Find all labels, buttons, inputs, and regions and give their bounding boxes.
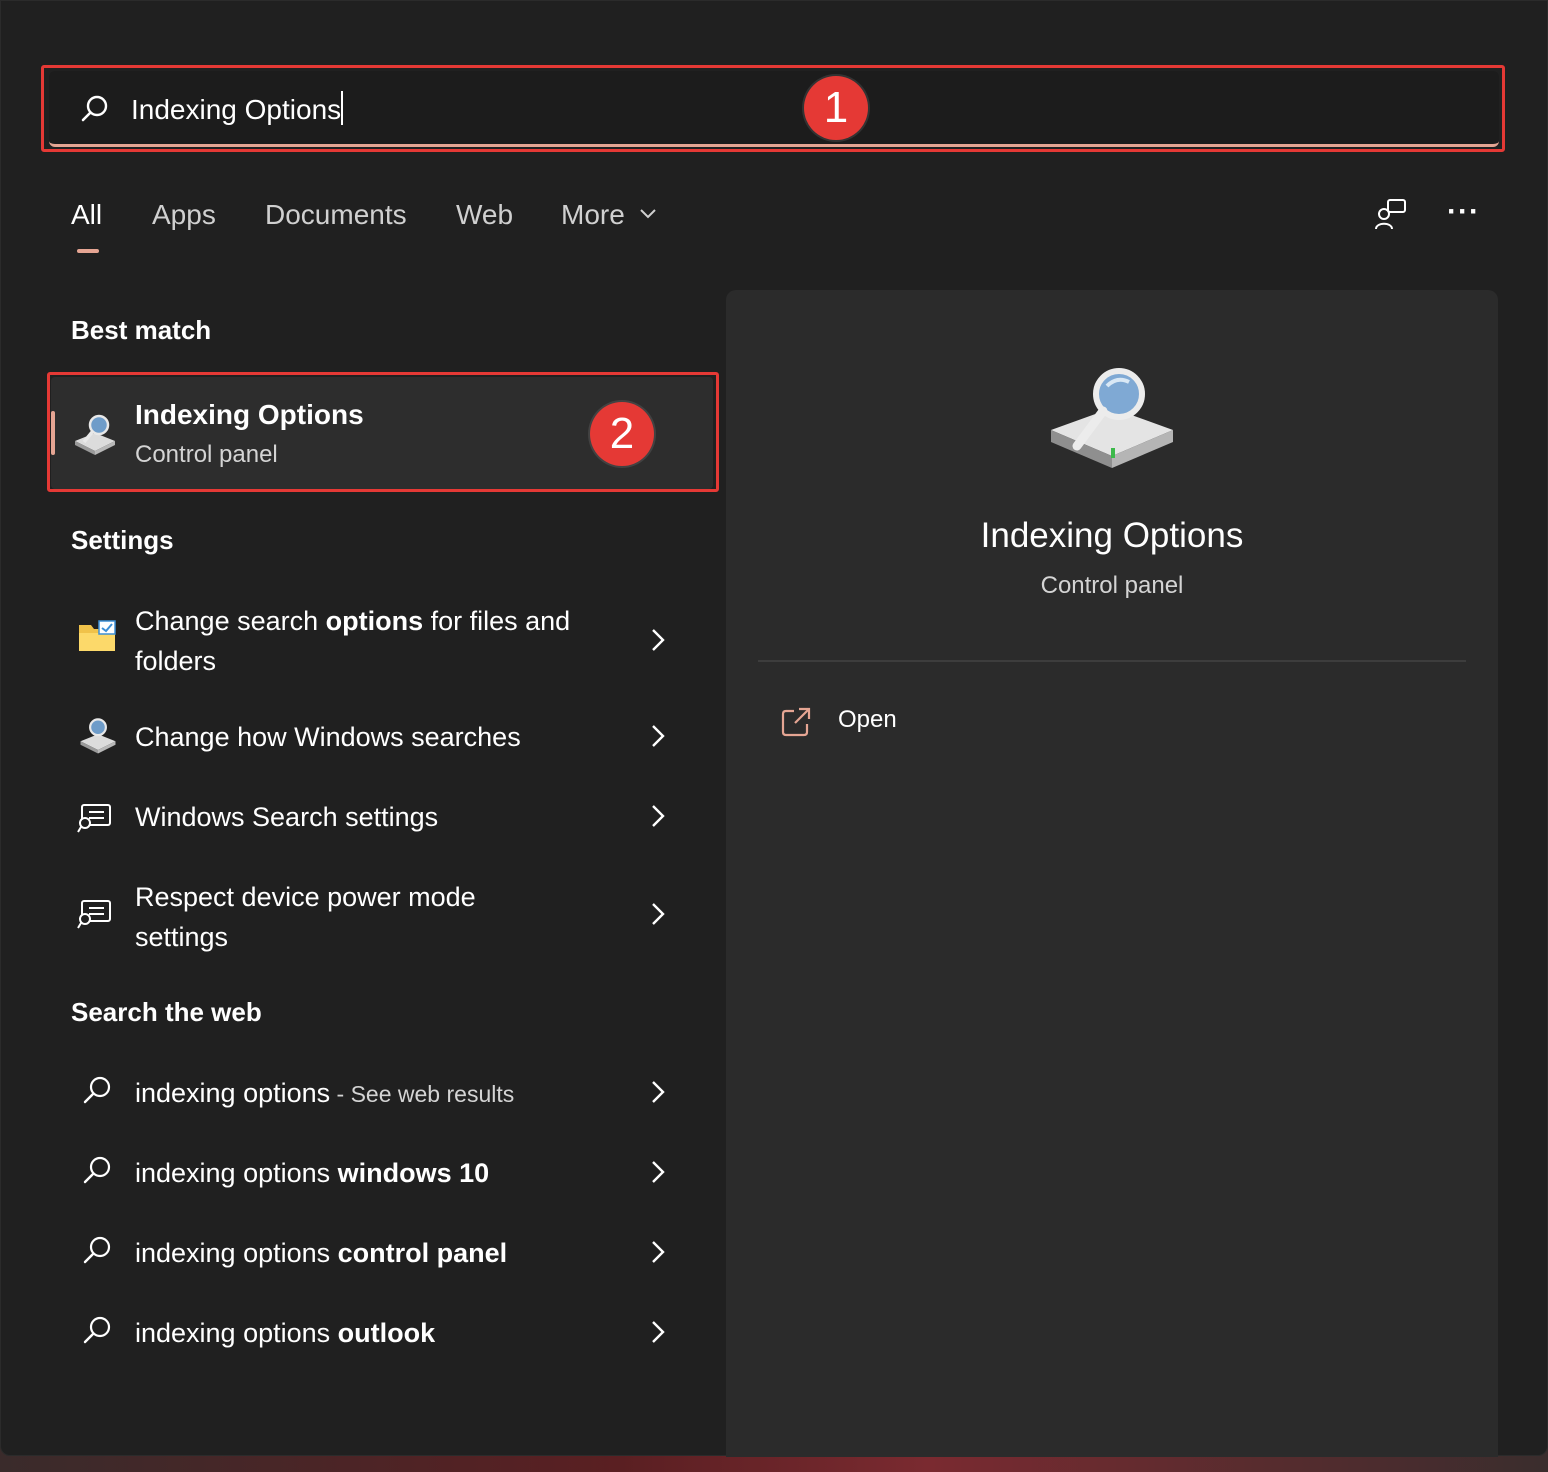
setting-item-label: Windows Search settings — [135, 802, 439, 832]
indexing-options-icon — [80, 718, 116, 754]
annotation-badge-1: 1 — [804, 76, 868, 140]
tab-apps[interactable]: Apps — [152, 199, 216, 231]
search-settings-icon — [77, 804, 111, 833]
settings-heading: Settings — [71, 525, 174, 555]
search-web-heading: Search the web — [71, 997, 262, 1027]
web-result-item[interactable]: indexing options - See web results — [51, 1069, 713, 1117]
setting-item-label: Respect device power mode settings — [135, 882, 476, 952]
web-result-item[interactable]: indexing options outlook — [51, 1309, 713, 1357]
setting-item-respect-device-power-mode[interactable]: Respect device power mode settings — [51, 875, 713, 957]
chevron-right-icon — [652, 1161, 665, 1183]
annotation-badge-2: 2 — [590, 402, 654, 466]
setting-item-change-how-windows-searches[interactable]: Change how Windows searches — [51, 713, 713, 761]
preview-subtitle: Control panel — [1040, 572, 1184, 599]
search-icon — [83, 1156, 111, 1184]
setting-item-change-search-options[interactable]: Change search options for files and fold… — [51, 599, 713, 681]
chevron-right-icon — [652, 1081, 665, 1103]
chevron-right-icon — [652, 903, 665, 925]
web-result-label: indexing options windows 10 — [135, 1158, 490, 1188]
more-options-button[interactable]: ··· — [1447, 195, 1480, 229]
feedback-icon[interactable] — [1373, 197, 1409, 233]
start-search-window: Indexing Options 1 All Apps Documents We… — [0, 0, 1548, 1457]
preview-title: Indexing Options — [980, 516, 1244, 555]
setting-item-label: Change how Windows searches — [135, 722, 521, 752]
web-result-item[interactable]: indexing options windows 10 — [51, 1149, 713, 1197]
open-external-icon — [781, 707, 811, 737]
web-result-label: indexing options - See web results — [135, 1078, 515, 1108]
tab-more[interactable]: More — [561, 199, 657, 231]
tab-all[interactable]: All — [71, 199, 102, 253]
indexing-options-icon — [1051, 368, 1173, 468]
search-settings-icon — [77, 900, 111, 929]
chevron-right-icon — [652, 805, 665, 827]
open-button[interactable]: Open — [776, 700, 1076, 744]
best-match-heading: Best match — [71, 315, 212, 345]
folder-options-icon — [79, 620, 116, 651]
search-icon — [83, 1076, 111, 1104]
chevron-right-icon — [652, 725, 665, 747]
divider — [758, 660, 1466, 662]
setting-item-windows-search-settings[interactable]: Windows Search settings — [51, 793, 713, 841]
chevron-right-icon — [652, 1241, 665, 1263]
chevron-right-icon — [652, 1321, 665, 1343]
active-tab-indicator — [77, 249, 99, 253]
tab-documents[interactable]: Documents — [265, 199, 407, 231]
web-result-label: indexing options outlook — [135, 1318, 436, 1348]
open-label: Open — [838, 706, 897, 733]
search-icon — [83, 1236, 111, 1264]
search-icon — [83, 1316, 111, 1344]
chevron-down-icon — [639, 209, 656, 219]
setting-item-label: Change search options for files and fold… — [135, 606, 571, 676]
highlight-box-search — [41, 65, 1505, 152]
web-result-label: indexing options control panel — [135, 1238, 508, 1268]
preview-pane: Indexing Options Control panel Open — [726, 290, 1498, 1457]
chevron-right-icon — [652, 629, 665, 651]
web-result-item[interactable]: indexing options control panel — [51, 1229, 713, 1277]
tab-web[interactable]: Web — [456, 199, 513, 231]
